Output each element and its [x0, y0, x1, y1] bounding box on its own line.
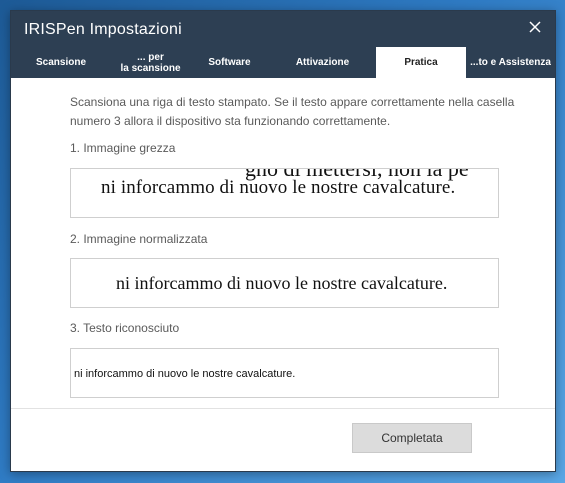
normalized-image-box: ni inforcammo di nuovo le nostre cavalca…: [70, 258, 499, 308]
raw-image-text: ni inforcammo di nuovo le nostre cavalca…: [101, 177, 456, 198]
tab-label: Scansione: [35, 57, 87, 68]
recognized-text-label: 3. Testo riconosciuto: [70, 321, 180, 335]
tab-software[interactable]: Software: [190, 47, 269, 78]
normalized-image-text: ni inforcammo di nuovo le nostre cavalca…: [116, 273, 448, 293]
tab-label: Pratica: [404, 57, 438, 68]
window-header: IRISPen Impostazioni Scansione ... per l…: [11, 11, 555, 78]
tab-per-la-scansione[interactable]: ... per la scansione: [111, 47, 190, 78]
close-icon: [529, 21, 541, 33]
tab-label: ...to e Assistenza: [470, 57, 551, 68]
recognized-text-box[interactable]: ni inforcammo di nuovo le nostre cavalca…: [70, 348, 499, 398]
recognized-text-value: ni inforcammo di nuovo le nostre cavalca…: [74, 368, 296, 380]
window-title: IRISPen Impostazioni: [24, 21, 182, 38]
settings-window: IRISPen Impostazioni Scansione ... per l…: [10, 10, 556, 472]
footer-divider: [11, 408, 555, 409]
tab-label: ... per la scansione: [120, 51, 181, 74]
tab-supporto-e-assistenza[interactable]: ...to e Assistenza: [466, 47, 555, 78]
raw-image-box: gno di mettersi, non la pe ni inforcammo…: [70, 168, 499, 218]
tab-attivazione[interactable]: Attivazione: [269, 47, 376, 78]
tab-scansione[interactable]: Scansione: [11, 47, 111, 78]
raw-image-label: 1. Immagine grezza: [70, 141, 176, 155]
normalized-image-label: 2. Immagine normalizzata: [70, 232, 208, 246]
intro-text: Scansiona una riga di testo stampato. Se…: [70, 95, 515, 128]
close-button[interactable]: [523, 15, 547, 39]
done-button[interactable]: Completata: [352, 423, 472, 453]
tab-label: Software: [208, 57, 251, 68]
tab-label: Attivazione: [295, 57, 350, 68]
tab-pratica[interactable]: Pratica: [376, 47, 466, 78]
tab-bar: Scansione ... per la scansione Software …: [11, 47, 555, 78]
